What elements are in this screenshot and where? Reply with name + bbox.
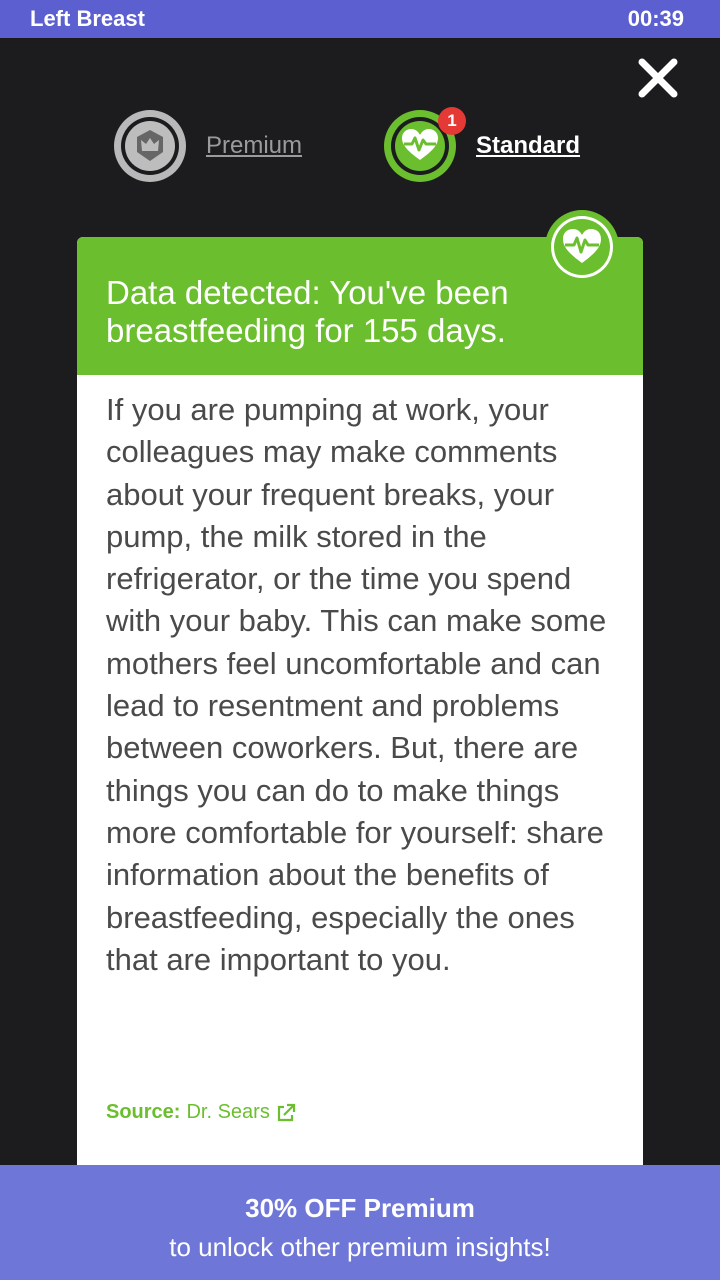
tab-premium[interactable]: Premium [112, 108, 302, 184]
premium-promo-banner[interactable]: 30% OFF Premium to unlock other premium … [0, 1165, 720, 1280]
source-name: Dr. Sears [186, 1101, 270, 1123]
promo-title: 30% OFF Premium [245, 1193, 475, 1223]
tab-standard[interactable]: Standard [382, 108, 580, 184]
tab-standard-label: Standard [476, 132, 581, 159]
source-label: Source: [106, 1101, 181, 1123]
status-title: Left Breast [30, 6, 145, 31]
tab-premium-label: Premium [206, 132, 303, 159]
close-icon [638, 58, 678, 98]
crown-shield-icon [114, 110, 186, 182]
card-header-text: Data detected: You've been breastfeeding… [106, 274, 509, 349]
close-button[interactable] [632, 52, 684, 104]
promo-subtitle: to unlock other premium insights! [169, 1232, 551, 1262]
source-link[interactable]: Source: Dr. Sears [106, 1101, 297, 1124]
status-bar: Left Breast 00:39 [0, 0, 720, 38]
notification-badge: 1 [438, 107, 466, 135]
card-body-text: If you are pumping at work, your colleag… [106, 392, 607, 977]
heart-pulse-icon [545, 210, 619, 284]
insight-card: Data detected: You've been breastfeeding… [77, 210, 643, 1167]
external-link-icon [277, 1103, 295, 1121]
timer-display: 00:39 [627, 6, 684, 31]
